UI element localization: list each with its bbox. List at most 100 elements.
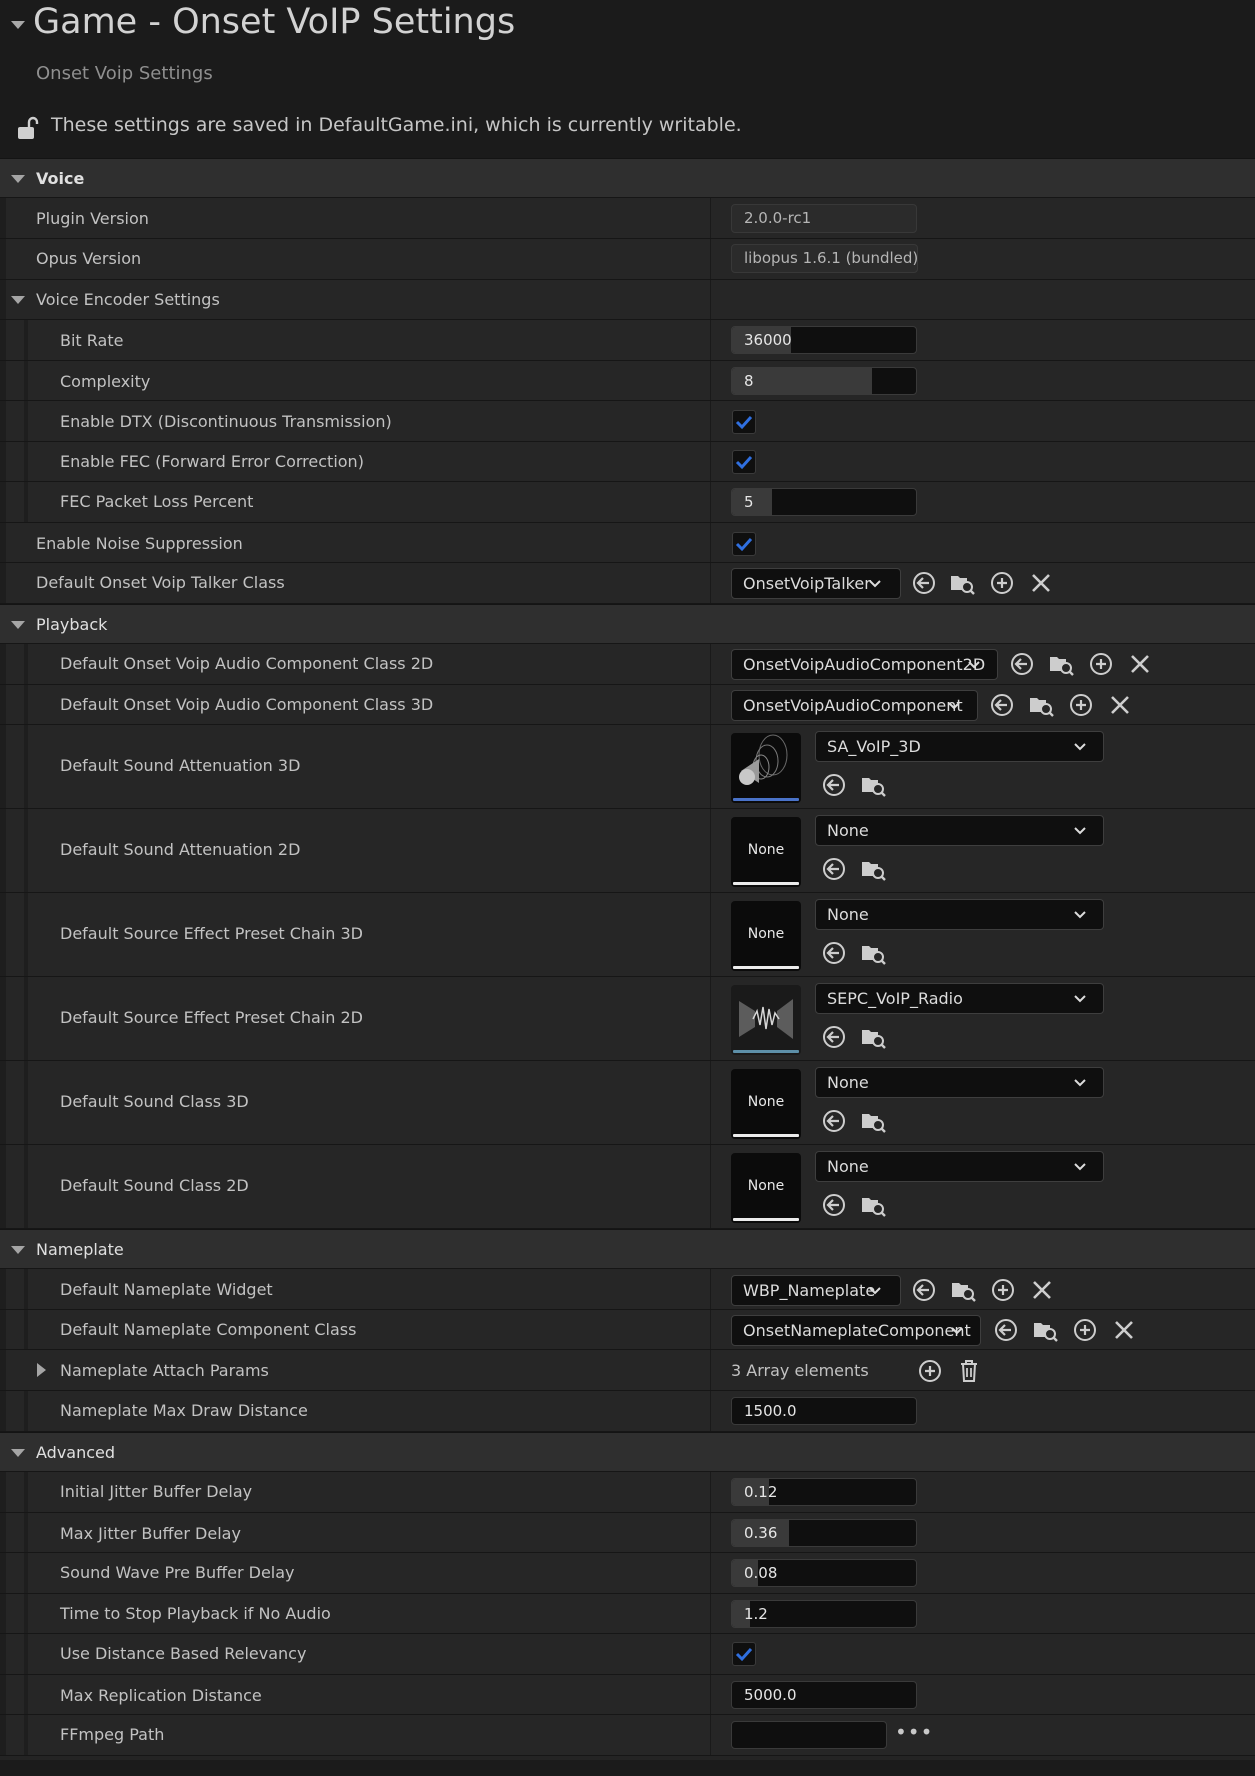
expand-arrow-icon[interactable] [11, 1246, 25, 1254]
complexity-spinbox[interactable]: 8 [731, 367, 917, 395]
ffmpeg-path-input[interactable] [731, 1721, 887, 1749]
initial-jitter-spinbox[interactable]: 0.12 [731, 1478, 917, 1506]
row-prebuffer: Sound Wave Pre Buffer Delay 0.08 [0, 1553, 1255, 1594]
expand-arrow-icon[interactable] [11, 296, 25, 304]
collapse-arrow-icon[interactable] [11, 21, 25, 29]
expand-arrow-icon[interactable] [37, 1363, 46, 1377]
fec-checkbox[interactable] [732, 450, 756, 474]
nameplate-widget-combo[interactable]: WBP_Nameplate [731, 1275, 901, 1306]
bit-rate-spinbox[interactable]: 36000 [731, 326, 917, 354]
property-label: Initial Jitter Buffer Delay [60, 1482, 253, 1501]
row-max-jitter: Max Jitter Buffer Delay 0.36 [0, 1513, 1255, 1553]
category-nameplate[interactable]: Nameplate [0, 1229, 1255, 1269]
browse-folder-icon[interactable] [950, 1277, 976, 1303]
category-label: Nameplate [36, 1240, 124, 1259]
attenuation-3d-thumbnail[interactable] [731, 733, 801, 803]
add-plus-icon[interactable] [990, 1277, 1016, 1303]
row-encoder-settings[interactable]: Voice Encoder Settings [0, 280, 1255, 320]
property-label: Use Distance Based Relevancy [60, 1644, 307, 1663]
add-plus-icon[interactable] [1072, 1317, 1098, 1343]
browse-folder-icon[interactable] [860, 1024, 886, 1050]
use-selected-arrow-icon[interactable] [993, 1317, 1019, 1343]
sound-class-3d-combo[interactable]: None [815, 1067, 1104, 1098]
add-plus-icon[interactable] [989, 570, 1015, 596]
distance-relevancy-checkbox[interactable] [732, 1642, 756, 1666]
property-label: Default Source Effect Preset Chain 3D [60, 924, 363, 943]
browse-folder-icon[interactable] [860, 772, 886, 798]
trash-icon[interactable] [956, 1358, 982, 1384]
property-label: Default Source Effect Preset Chain 2D [60, 1008, 363, 1027]
effect-chain-2d-thumbnail[interactable] [731, 985, 801, 1055]
add-plus-icon[interactable] [1068, 692, 1094, 718]
max-draw-distance-input[interactable]: 1500.0 [731, 1397, 917, 1425]
browse-folder-icon[interactable] [860, 1108, 886, 1134]
chevron-down-icon [1074, 827, 1086, 835]
browse-folder-icon[interactable] [1048, 651, 1074, 677]
category-playback[interactable]: Playback [0, 604, 1255, 644]
checkmark-icon [735, 537, 753, 552]
use-selected-arrow-icon[interactable] [821, 1108, 847, 1134]
property-label: Plugin Version [36, 209, 149, 228]
talker-class-combo[interactable]: OnsetVoipTalker [731, 568, 901, 599]
noise-suppression-checkbox[interactable] [732, 532, 756, 556]
property-label: Default Sound Class 2D [60, 1176, 249, 1195]
use-selected-arrow-icon[interactable] [821, 772, 847, 798]
use-selected-arrow-icon[interactable] [911, 570, 937, 596]
expand-arrow-icon[interactable] [11, 621, 25, 629]
add-plus-icon[interactable] [917, 1358, 943, 1384]
browse-folder-icon[interactable] [1028, 692, 1054, 718]
attenuation-2d-combo[interactable]: None [815, 815, 1104, 846]
clear-x-icon[interactable] [1127, 651, 1153, 677]
row-effect-chain-2d: Default Source Effect Preset Chain 2D SE… [0, 977, 1255, 1061]
sound-class-3d-thumbnail[interactable]: None [731, 1069, 801, 1139]
effect-chain-3d-thumbnail[interactable]: None [731, 901, 801, 971]
effect-chain-3d-combo[interactable]: None [815, 899, 1104, 930]
add-plus-icon[interactable] [1088, 651, 1114, 677]
browse-folder-icon[interactable] [860, 1192, 886, 1218]
chevron-down-icon [869, 580, 881, 588]
effect-chain-2d-combo[interactable]: SEPC_VoIP_Radio [815, 983, 1104, 1014]
use-selected-arrow-icon[interactable] [911, 1277, 937, 1303]
fec-loss-spinbox[interactable]: 5 [731, 488, 917, 516]
prebuffer-spinbox[interactable]: 0.08 [731, 1559, 917, 1587]
browse-folder-icon[interactable] [949, 570, 975, 596]
use-selected-arrow-icon[interactable] [821, 1192, 847, 1218]
use-selected-arrow-icon[interactable] [821, 940, 847, 966]
audio-3d-combo[interactable]: OnsetVoipAudioComponent [731, 690, 978, 721]
category-voice[interactable]: Voice [0, 158, 1255, 198]
property-label: Default Onset Voip Audio Component Class… [60, 695, 434, 714]
chevron-down-icon [869, 1287, 881, 1295]
max-jitter-spinbox[interactable]: 0.36 [731, 1519, 917, 1547]
clear-x-icon[interactable] [1107, 692, 1133, 718]
sound-class-2d-combo[interactable]: None [815, 1151, 1104, 1182]
clear-x-icon[interactable] [1028, 570, 1054, 596]
use-selected-arrow-icon[interactable] [989, 692, 1015, 718]
category-advanced[interactable]: Advanced [0, 1432, 1255, 1472]
expand-arrow-icon[interactable] [11, 1449, 25, 1457]
dtx-checkbox[interactable] [732, 410, 756, 434]
plugin-version-value: 2.0.0-rc1 [731, 204, 917, 233]
array-count: 3 Array elements [731, 1361, 869, 1380]
use-selected-arrow-icon[interactable] [1009, 651, 1035, 677]
attenuation-3d-combo[interactable]: SA_VoIP_3D [815, 731, 1104, 762]
clear-x-icon[interactable] [1111, 1317, 1137, 1343]
stop-playback-spinbox[interactable]: 1.2 [731, 1600, 917, 1628]
browse-folder-icon[interactable] [1032, 1317, 1058, 1343]
property-label: Nameplate Attach Params [60, 1361, 269, 1380]
nameplate-component-combo[interactable]: OnsetNameplateComponent [731, 1315, 981, 1346]
use-selected-arrow-icon[interactable] [821, 1024, 847, 1050]
chevron-down-icon [1074, 995, 1086, 1003]
attenuation-2d-thumbnail[interactable]: None [731, 817, 801, 887]
clear-x-icon[interactable] [1029, 1277, 1055, 1303]
property-label: Default Sound Attenuation 2D [60, 840, 301, 859]
expand-arrow-icon[interactable] [11, 175, 25, 183]
use-selected-arrow-icon[interactable] [821, 856, 847, 882]
browse-folder-icon[interactable] [860, 940, 886, 966]
max-replication-input[interactable]: 5000.0 [731, 1681, 917, 1709]
audio-2d-combo[interactable]: OnsetVoipAudioComponent2D [731, 649, 998, 680]
row-initial-jitter: Initial Jitter Buffer Delay 0.12 [0, 1472, 1255, 1513]
row-nameplate-attach-params[interactable]: Nameplate Attach Params 3 Array elements [0, 1350, 1255, 1391]
browse-folder-icon[interactable] [860, 856, 886, 882]
ellipsis-icon[interactable]: ••• [895, 1720, 933, 1744]
sound-class-2d-thumbnail[interactable]: None [731, 1153, 801, 1223]
